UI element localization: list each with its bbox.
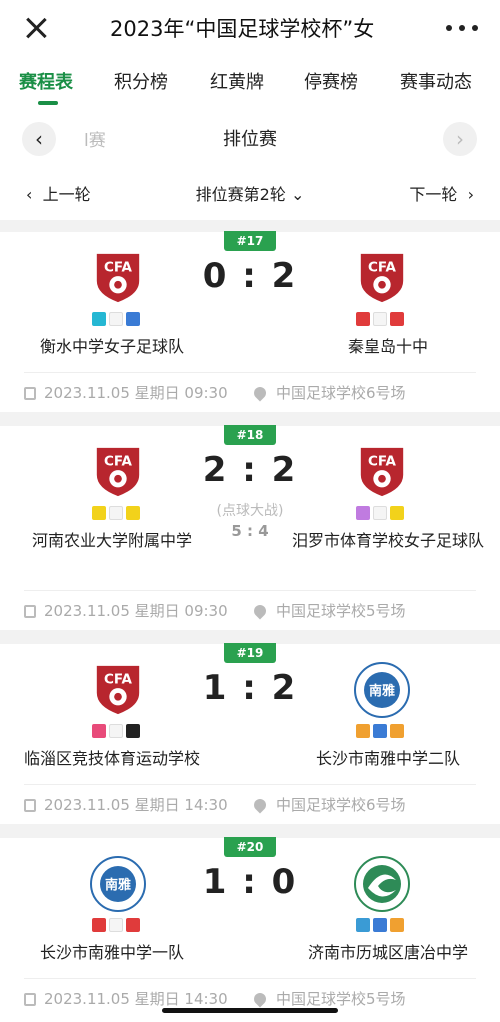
away-team-name[interactable]: 秦皇岛十中 (288, 334, 488, 360)
away-team-name[interactable]: 长沙市南雅中学二队 (288, 746, 488, 772)
away-team-name[interactable]: 汨罗市体育学校女子足球队 (288, 528, 488, 554)
match-venue: 中国足球学校6号场 (251, 382, 406, 403)
chevron-right-icon: › (456, 127, 464, 151)
away-team-name[interactable]: 济南市历城区唐冶中学 (288, 940, 488, 966)
tab-standings[interactable]: 积分榜 (114, 70, 168, 96)
tab-bar: 赛程表 积分榜 红黄牌 停赛榜 赛事动态 (0, 58, 500, 110)
match-score: 1 : 2 (202, 668, 298, 708)
next-round-link[interactable]: 下一轮 › (409, 181, 474, 205)
match-datetime: 2023.11.05 星期日 14:30 (24, 794, 228, 815)
chevron-down-icon: ⌄ (290, 185, 305, 204)
match-venue: 中国足球学校5号场 (251, 600, 406, 621)
close-icon[interactable] (22, 14, 50, 42)
location-pin-icon (251, 990, 269, 1008)
home-team-name[interactable]: 衡水中学女子足球队 (12, 334, 212, 360)
active-tab-indicator (38, 101, 58, 105)
location-pin-icon (251, 796, 269, 814)
round-label: 排位赛第2轮 (195, 185, 286, 204)
match-score: 2 : 2 (202, 450, 298, 490)
calendar-icon (24, 993, 36, 1006)
stage-selector: ‹ l赛 排位赛 › (0, 110, 500, 166)
match-card[interactable]: #20 1 : 0 长沙市南雅中学一队 济南市历城区唐冶中学 2023.11.0… (0, 837, 500, 1022)
divider (24, 784, 476, 785)
match-venue: 中国足球学校6号场 (251, 794, 406, 815)
tab-suspensions[interactable]: 停赛榜 (304, 70, 358, 96)
match-number-badge: #19 (224, 643, 276, 663)
kit-colors (356, 724, 404, 740)
kit-colors (92, 312, 140, 328)
calendar-icon (24, 605, 36, 618)
match-score: 1 : 0 (202, 862, 298, 902)
match-datetime: 2023.11.05 星期日 14:30 (24, 988, 228, 1009)
divider (24, 372, 476, 373)
kit-colors (92, 724, 140, 740)
match-venue: 中国足球学校5号场 (251, 988, 406, 1009)
divider (24, 590, 476, 591)
match-number-badge: #20 (224, 837, 276, 857)
match-card[interactable]: #18 2 : 2 (点球大战) 5 : 4 河南农业大学附属中学 汨罗市体育学… (0, 425, 500, 630)
match-card[interactable]: #19 1 : 2 临淄区竞技体育运动学校 长沙市南雅中学二队 2023.11.… (0, 643, 500, 824)
page-title: 2023年“中国足球学校杯”女 (110, 17, 375, 41)
home-team-name[interactable]: 长沙市南雅中学一队 (12, 940, 212, 966)
match-score: 0 : 2 (202, 256, 298, 296)
kit-colors (92, 918, 140, 934)
calendar-icon (24, 799, 36, 812)
stage-name: 排位赛 (223, 129, 277, 150)
divider (24, 978, 476, 979)
tab-news[interactable]: 赛事动态 (400, 70, 472, 96)
tab-cards[interactable]: 红黄牌 (210, 70, 264, 96)
location-pin-icon (251, 602, 269, 620)
home-team-name[interactable]: 河南农业大学附属中学 (12, 528, 212, 554)
home-indicator (162, 1008, 338, 1013)
round-selector: ‹ 上一轮 排位赛第2轮 ⌄ 下一轮 › (0, 166, 500, 220)
location-pin-icon (251, 384, 269, 402)
tab-schedule[interactable]: 赛程表 (19, 70, 73, 96)
home-team-name[interactable]: 临淄区竞技体育运动学校 (12, 746, 212, 772)
match-datetime: 2023.11.05 星期日 09:30 (24, 382, 228, 403)
match-number-badge: #18 (224, 425, 276, 445)
match-card[interactable]: #17 0 : 2 衡水中学女子足球队 秦皇岛十中 2023.11.05 星期日… (0, 231, 500, 412)
match-number-badge: #17 (224, 231, 276, 251)
kit-colors (356, 312, 404, 328)
stage-next-button[interactable]: › (443, 122, 477, 156)
more-icon[interactable] (446, 22, 478, 34)
match-datetime: 2023.11.05 星期日 09:30 (24, 600, 228, 621)
penalty-shootout-label: (点球大战) (216, 503, 284, 519)
calendar-icon (24, 387, 36, 400)
kit-colors (356, 918, 404, 934)
top-bar: 2023年“中国足球学校杯”女 (0, 0, 500, 58)
next-round-label: 下一轮 (409, 185, 458, 204)
